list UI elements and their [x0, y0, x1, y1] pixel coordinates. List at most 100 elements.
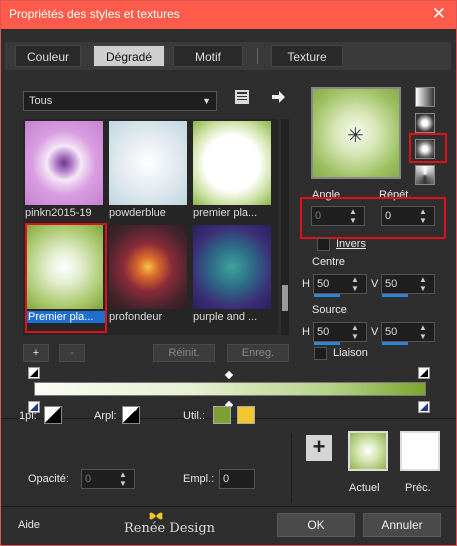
source-h-spin-arrows[interactable]: ▲ ▼: [344, 323, 366, 341]
close-icon[interactable]: ✕: [432, 4, 446, 24]
selected-gradient-highlight: [25, 223, 107, 333]
center-point-icon[interactable]: ✳: [347, 123, 364, 148]
gradient-preview[interactable]: ✳: [311, 87, 401, 179]
vertical-divider: [291, 433, 292, 503]
location-label: Empl.:: [183, 473, 215, 485]
tab-separator: [257, 48, 258, 64]
top-midpoint-marker[interactable]: [224, 370, 234, 380]
source-h-value: 50: [317, 326, 330, 338]
center-v-label: V: [371, 278, 379, 290]
link-label-text: Liaison: [333, 347, 368, 359]
gradient-editor-icon[interactable]: [233, 89, 251, 109]
top-left-color-marker[interactable]: [28, 367, 40, 379]
gradient-thumbnail: [109, 225, 187, 309]
previous-label: Préc.: [405, 482, 431, 494]
center-h-slider[interactable]: [314, 294, 340, 297]
opacity-label: Opacité:: [28, 473, 69, 485]
arrow-right-icon[interactable]: [268, 89, 288, 109]
source-h-label: H: [302, 326, 310, 338]
center-v-value: 50: [385, 278, 398, 290]
opacity-spin-arrows[interactable]: ▲ ▼: [112, 470, 134, 488]
tab-bar: Couleur Dégradé Motif Texture: [5, 42, 451, 70]
used-colors-label: Util.:: [183, 410, 205, 422]
opacity-value: 0: [85, 473, 92, 485]
link-label: Liaison: [333, 347, 368, 359]
tab-degrade[interactable]: Dégradé: [93, 45, 165, 67]
style-rectangular-icon[interactable]: [415, 113, 435, 133]
gradient-ramp[interactable]: [34, 382, 426, 396]
background-plane-color[interactable]: [122, 406, 140, 424]
add-to-library-button[interactable]: +: [306, 435, 332, 461]
remove-gradient-button[interactable]: -: [59, 344, 85, 362]
center-label: Centre: [312, 256, 346, 268]
angle-repeat-highlight: [300, 197, 446, 239]
source-v-value: 50: [385, 326, 398, 338]
first-plane-label-text: 1pl:: [19, 410, 37, 422]
scrollbar-thumb[interactable]: [282, 285, 288, 311]
style-linear-icon[interactable]: [415, 87, 435, 107]
top-right-color-marker[interactable]: [418, 367, 430, 379]
gradient-thumbnail: [25, 121, 103, 205]
gradient-name: purple and ...: [193, 311, 258, 323]
first-plane-color[interactable]: [44, 406, 62, 424]
ok-button[interactable]: OK: [277, 513, 355, 537]
category-dropdown[interactable]: Tous ▼: [23, 91, 217, 111]
previous-swatch[interactable]: [400, 431, 440, 471]
gradient-name: pinkn2015-19: [25, 207, 92, 219]
watermark: Renée Design: [124, 512, 216, 539]
location-value: 0: [223, 473, 230, 485]
tab-couleur[interactable]: Couleur: [15, 45, 81, 67]
gradient-swatch[interactable]: pinkn2015-19: [25, 121, 103, 219]
source-v-slider[interactable]: [382, 342, 408, 345]
gradient-name: premier pla...: [193, 207, 258, 219]
link-checkbox[interactable]: [314, 347, 327, 360]
gradient-name: profondeur: [109, 311, 163, 323]
source-label: Source: [312, 304, 347, 316]
source-v-spin-arrows[interactable]: ▲ ▼: [412, 323, 434, 341]
gradient-thumbnail: [193, 121, 271, 205]
center-v-spin-arrows[interactable]: ▲ ▼: [412, 275, 434, 293]
gradient-swatch[interactable]: premier pla...: [193, 121, 271, 219]
center-v-spinbox[interactable]: 50 ▲ ▼: [381, 274, 435, 297]
tab-texture[interactable]: Texture: [271, 45, 343, 67]
bottom-right-opacity-marker[interactable]: [418, 401, 430, 413]
opacity-spinbox[interactable]: 0 ▲ ▼: [81, 469, 135, 489]
add-gradient-button[interactable]: +: [23, 344, 49, 362]
location-field[interactable]: 0: [219, 469, 255, 489]
used-color-green[interactable]: [213, 406, 231, 424]
reset-button[interactable]: Réinit.: [153, 344, 215, 362]
center-h-value: 50: [317, 278, 330, 290]
center-h-spinbox[interactable]: 50 ▲ ▼: [313, 274, 367, 297]
save-button[interactable]: Enreg.: [227, 344, 289, 362]
background-plane-label: Arpl:: [94, 410, 117, 422]
used-color-yellow[interactable]: [237, 406, 255, 424]
source-h-slider[interactable]: [314, 342, 340, 345]
center-h-label: H: [302, 278, 310, 290]
source-v-label: V: [371, 326, 379, 338]
current-swatch[interactable]: [348, 431, 388, 471]
dropdown-arrow-icon: ▼: [202, 96, 211, 106]
current-label: Actuel: [349, 482, 380, 494]
gradient-swatch[interactable]: purple and ...: [193, 225, 271, 323]
invert-checkbox[interactable]: [317, 238, 330, 251]
cancel-button[interactable]: Annuler: [363, 513, 441, 537]
gradient-thumbnail: [109, 121, 187, 205]
invert-label: Invers: [336, 238, 366, 250]
gradient-thumbnail: [193, 225, 271, 309]
style-sunburst-icon[interactable]: [415, 165, 435, 185]
watermark-text: Renée Design: [124, 521, 216, 536]
category-value: Tous: [29, 95, 53, 107]
gradient-swatch[interactable]: profondeur: [109, 225, 187, 323]
gradient-swatch[interactable]: powderblue: [109, 121, 187, 219]
center-v-slider[interactable]: [382, 294, 408, 297]
help-link[interactable]: Aide: [18, 519, 40, 531]
gradient-properties-dialog: Propriétés des styles et textures ✕ Coul…: [0, 0, 457, 546]
source-v-spinbox[interactable]: 50 ▲ ▼: [381, 322, 435, 345]
center-h-spin-arrows[interactable]: ▲ ▼: [344, 275, 366, 293]
title-bar: Propriétés des styles et textures ✕: [1, 1, 456, 29]
gallery-scrollbar[interactable]: [281, 119, 289, 335]
footer-divider: [1, 506, 456, 507]
selected-style-highlight: [409, 133, 447, 163]
source-h-spinbox[interactable]: 50 ▲ ▼: [313, 322, 367, 345]
tab-motif[interactable]: Motif: [173, 45, 243, 67]
